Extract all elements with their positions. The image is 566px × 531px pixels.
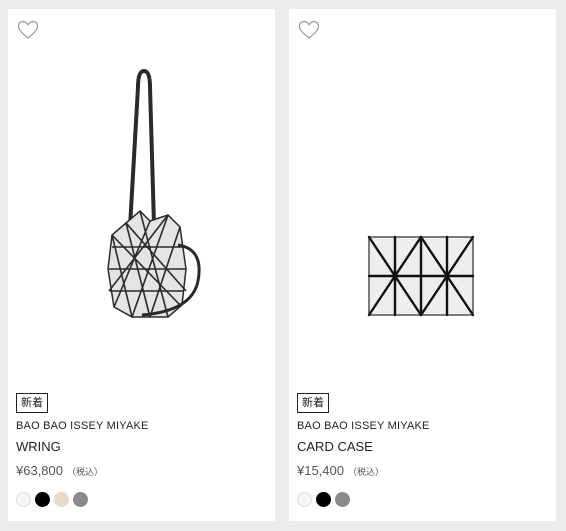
product-price: ¥63,800 （税込） bbox=[16, 463, 103, 478]
color-swatches bbox=[297, 492, 350, 507]
product-image-card-case[interactable] bbox=[289, 49, 556, 379]
brand-name: BAO BAO ISSEY MIYAKE bbox=[16, 420, 149, 432]
tax-included-label: （税込） bbox=[67, 468, 104, 478]
new-arrival-badge: 新着 bbox=[297, 393, 329, 413]
color-swatch[interactable] bbox=[16, 492, 31, 507]
color-swatch[interactable] bbox=[73, 492, 88, 507]
brand-name: BAO BAO ISSEY MIYAKE bbox=[297, 420, 430, 432]
product-name[interactable]: WRING bbox=[16, 439, 61, 454]
new-arrival-badge: 新着 bbox=[16, 393, 48, 413]
product-card[interactable]: 新着 BAO BAO ISSEY MIYAKE WRING ¥63,800 （税込… bbox=[8, 9, 275, 521]
tax-included-label: （税込） bbox=[348, 468, 385, 478]
product-name[interactable]: CARD CASE bbox=[297, 439, 373, 454]
product-card[interactable]: 新着 BAO BAO ISSEY MIYAKE CARD CASE ¥15,40… bbox=[289, 9, 556, 521]
price-value: ¥63,800 bbox=[16, 463, 63, 478]
product-image-bucket-bag[interactable] bbox=[8, 49, 275, 379]
color-swatch[interactable] bbox=[35, 492, 50, 507]
favorite-heart-icon[interactable] bbox=[298, 20, 320, 40]
color-swatch[interactable] bbox=[335, 492, 350, 507]
product-grid: 新着 BAO BAO ISSEY MIYAKE WRING ¥63,800 （税込… bbox=[0, 0, 566, 531]
price-value: ¥15,400 bbox=[297, 463, 344, 478]
color-swatches bbox=[16, 492, 88, 507]
product-price: ¥15,400 （税込） bbox=[297, 463, 384, 478]
favorite-heart-icon[interactable] bbox=[17, 20, 39, 40]
color-swatch[interactable] bbox=[316, 492, 331, 507]
color-swatch[interactable] bbox=[297, 492, 312, 507]
color-swatch[interactable] bbox=[54, 492, 69, 507]
